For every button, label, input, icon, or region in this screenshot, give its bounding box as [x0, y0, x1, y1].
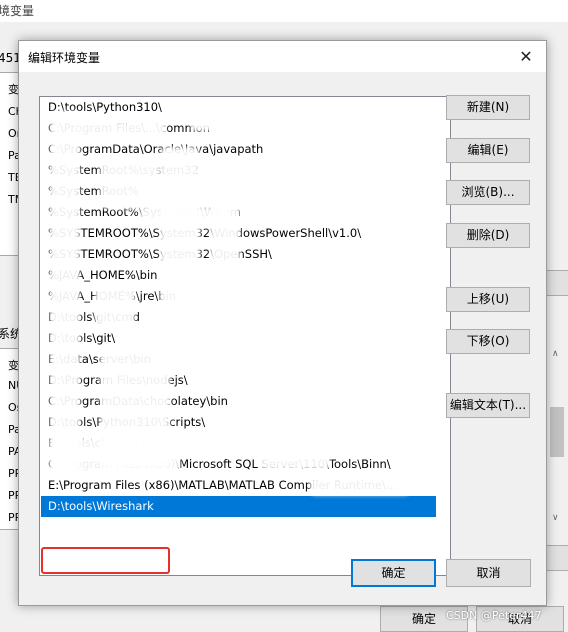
background-button[interactable] — [546, 545, 568, 571]
scroll-down-icon[interactable]: ∨ — [552, 513, 559, 523]
browse-button[interactable]: 浏览(B)... — [446, 180, 530, 205]
privacy-blur — [160, 147, 200, 327]
cancel-button[interactable]: 取消 — [446, 559, 531, 587]
edit-button[interactable]: 编辑(E) — [446, 138, 530, 163]
dialog-title-bar: 编辑环境变量 ✕ — [19, 41, 546, 72]
background-button[interactable] — [546, 270, 568, 296]
privacy-blur — [310, 477, 410, 495]
ok-button[interactable]: 确定 — [351, 559, 436, 587]
privacy-blur — [76, 121, 166, 143]
highlight-box — [41, 547, 170, 574]
delete-button[interactable]: 删除(D) — [446, 223, 530, 248]
dialog-title: 编辑环境变量 — [28, 51, 101, 65]
background-title-bar: 境变量 — [0, 0, 568, 22]
privacy-blur — [190, 117, 360, 131]
list-item-selected[interactable]: D:\tools\Wireshark — [41, 496, 436, 517]
watermark: CSDN @Peter447 — [446, 609, 542, 622]
scroll-thumb[interactable] — [550, 407, 564, 457]
background-window-title: 境变量 — [0, 4, 35, 18]
move-up-button[interactable]: 上移(U) — [446, 287, 530, 312]
privacy-blur — [260, 452, 330, 470]
new-button[interactable]: 新建(N) — [446, 95, 530, 120]
edit-text-button[interactable]: 编辑文本(T)... — [446, 393, 530, 418]
move-down-button[interactable]: 下移(O) — [446, 329, 530, 354]
privacy-blur — [50, 437, 180, 477]
privacy-blur — [95, 287, 135, 327]
path-entries-list[interactable]: D:\tools\Python310\ C:\Program Files\...… — [39, 96, 451, 576]
privacy-blur — [50, 111, 80, 471]
list-item[interactable]: D:\tools\Python310\ — [41, 97, 436, 118]
list-item[interactable]: D:\tools\git\ — [41, 328, 436, 349]
background-scrollbar[interactable]: ∧ ∨ — [548, 349, 566, 527]
edit-env-variable-dialog: 编辑环境变量 ✕ D:\tools\Python310\ C:\Program … — [18, 40, 547, 606]
scroll-up-icon[interactable]: ∧ — [552, 349, 559, 359]
privacy-blur — [100, 159, 160, 209]
privacy-blur — [210, 177, 240, 297]
close-icon[interactable]: ✕ — [506, 41, 546, 72]
